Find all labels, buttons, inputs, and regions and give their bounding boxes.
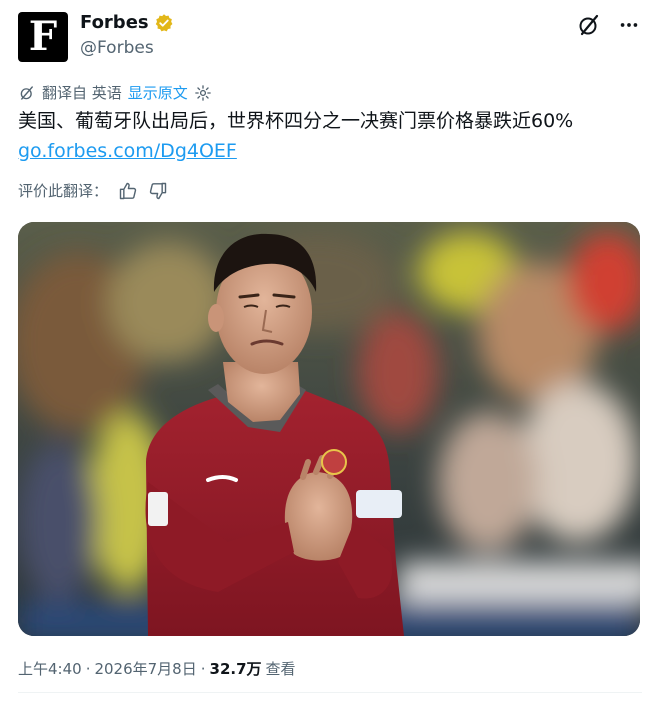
translation-info: 翻译自 英语 显示原文 [18, 82, 212, 103]
thumbs-down-icon[interactable] [148, 181, 168, 201]
verified-badge-icon [155, 13, 173, 31]
views-label: 查看 [265, 660, 296, 678]
tweet-link[interactable]: go.forbes.com/Dg4OEF [18, 138, 237, 164]
header-actions [576, 12, 642, 38]
tweet-meta: 上午4:40 · 2026年7月8日 · 32.7万 查看 [18, 658, 296, 679]
avatar[interactable]: F [18, 12, 68, 62]
views-count: 32.7万 [209, 660, 262, 678]
meta-separator: · [200, 659, 206, 678]
author-name-row: Forbes [80, 12, 174, 33]
author-handle[interactable]: @Forbes [80, 38, 154, 58]
show-original-link[interactable]: 显示原文 [128, 82, 188, 103]
rate-translation: 评价此翻译： [18, 180, 168, 201]
grok-icon[interactable] [576, 12, 602, 38]
author-name[interactable]: Forbes [80, 12, 149, 33]
tweet-date[interactable]: 2026年7月8日 [94, 658, 196, 679]
avatar-letter: F [28, 13, 58, 60]
translate-icon [20, 85, 33, 100]
photo-player-clapping [18, 222, 640, 636]
divider [18, 692, 642, 693]
tweet-time[interactable]: 上午4:40 [18, 658, 82, 679]
meta-separator: · [85, 659, 91, 678]
tweet-photo[interactable] [18, 222, 640, 636]
more-icon[interactable] [616, 12, 642, 38]
rate-translation-label: 评价此翻译： [18, 182, 109, 200]
thumbs-up-icon[interactable] [118, 181, 138, 201]
tweet-text: 美国、葡萄牙队出局后，世界杯四分之一决赛门票价格暴跌近60% [18, 110, 574, 132]
translated-from-label: 翻译自 英语 [42, 84, 122, 102]
gear-icon[interactable] [194, 84, 212, 102]
